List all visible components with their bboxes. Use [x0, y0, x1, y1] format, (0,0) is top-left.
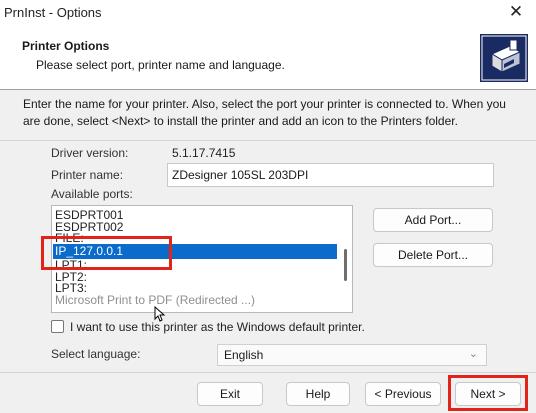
window-title: PrnInst - Options	[4, 5, 102, 20]
available-ports-label: Available ports:	[51, 187, 133, 201]
wizard-header: Printer Options Please select port, prin…	[0, 26, 536, 90]
instructions-text: Enter the name for your printer. Also, s…	[23, 97, 506, 128]
list-item[interactable]: Microsoft Print to PDF (Redirected ...)	[53, 294, 337, 306]
printer-name-field[interactable]: ZDesigner 105SL 203DPI	[167, 163, 494, 187]
ports-scrollbar[interactable]	[340, 209, 350, 309]
list-item[interactable]: FILE:	[53, 232, 337, 245]
printer-logo-icon	[480, 34, 528, 82]
close-icon[interactable]: ✕	[506, 2, 526, 22]
title-bar: PrnInst - Options ✕	[0, 0, 536, 26]
previous-button[interactable]: < Previous	[365, 382, 441, 406]
language-label: Select language:	[51, 347, 141, 361]
default-printer-label: I want to use this printer as the Window…	[70, 320, 365, 334]
help-button[interactable]: Help	[286, 382, 350, 406]
exit-button[interactable]: Exit	[197, 382, 263, 406]
list-item[interactable]: ESDPRT001	[53, 209, 337, 221]
language-select[interactable]: English ⌄	[217, 344, 487, 366]
list-item[interactable]: LPT1:	[53, 259, 337, 271]
chevron-down-icon: ⌄	[468, 348, 478, 360]
divider	[0, 140, 536, 141]
default-printer-checkbox[interactable]	[51, 320, 64, 333]
printer-name-label: Printer name:	[51, 168, 124, 182]
list-item[interactable]: ESDPRT002	[53, 221, 337, 233]
list-item[interactable]: LPT2:	[53, 271, 337, 283]
next-button[interactable]: Next >	[455, 382, 521, 406]
page-title: Printer Options	[22, 39, 110, 53]
driver-version-value: 5.1.17.7415	[172, 146, 236, 160]
driver-version-label: Driver version:	[51, 146, 129, 160]
page-subtitle: Please select port, printer name and lan…	[36, 58, 285, 72]
add-port-button[interactable]: Add Port...	[373, 208, 493, 232]
list-item-selected[interactable]: IP_127.0.0.1	[53, 244, 337, 260]
ports-listbox[interactable]: ESDPRT001 ESDPRT002 FILE: IP_127.0.0.1 L…	[51, 205, 353, 313]
language-value: English	[224, 348, 264, 362]
scrollbar-thumb[interactable]	[344, 249, 347, 281]
footer-divider	[0, 372, 536, 373]
delete-port-button[interactable]: Delete Port...	[373, 243, 493, 267]
